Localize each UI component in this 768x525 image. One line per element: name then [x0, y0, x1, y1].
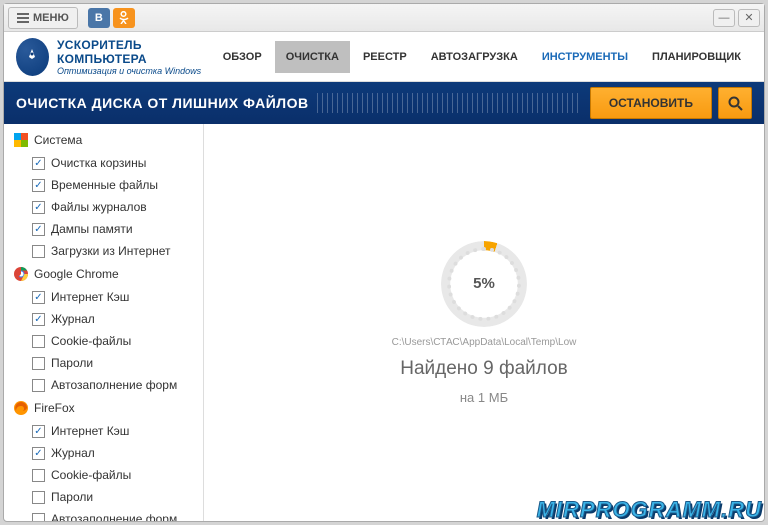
list-item[interactable]: Автозаполнение форм — [4, 374, 203, 396]
checkbox[interactable] — [32, 291, 45, 304]
checkbox[interactable] — [32, 223, 45, 236]
sidebar[interactable]: Система Очистка корзины Временные файлы Фай… — [4, 124, 204, 521]
checkbox[interactable] — [32, 201, 45, 214]
search-icon — [728, 96, 743, 111]
group-google-chrome[interactable]: Google Chrome — [4, 262, 203, 286]
logo: УСКОРИТЕЛЬ КОМПЬЮТЕРА Оптимизация и очис… — [16, 38, 212, 76]
checkbox[interactable] — [32, 513, 45, 522]
app-window: МЕНЮ B — ✕ УСКОРИТЕЛЬ КОМПЬЮТЕРА Оптимиз… — [3, 3, 765, 522]
checkbox[interactable] — [32, 157, 45, 170]
ok-icon — [118, 11, 129, 24]
social-buttons: B — [88, 8, 135, 28]
found-size: на 1 МБ — [460, 390, 508, 405]
menu-label: МЕНЮ — [33, 12, 69, 24]
progress-spinner: 5% — [441, 241, 527, 327]
checkbox[interactable] — [32, 469, 45, 482]
logo-subtitle: Оптимизация и очистка Windows — [57, 66, 212, 76]
tab-очистка[interactable]: ОЧИСТКА — [275, 41, 350, 73]
checkbox[interactable] — [32, 313, 45, 326]
search-button[interactable] — [718, 87, 752, 119]
item-label: Журнал — [51, 312, 95, 326]
windows-icon — [14, 133, 28, 147]
list-item[interactable]: Интернет Кэш — [4, 420, 203, 442]
item-label: Автозаполнение форм — [51, 378, 177, 392]
group-label: Google Chrome — [34, 267, 119, 281]
tab-инструменты[interactable]: ИНСТРУМЕНТЫ — [531, 41, 639, 73]
list-item[interactable]: Загрузки из Интернет — [4, 240, 203, 262]
group-firefox[interactable]: FireFox — [4, 396, 203, 420]
checkbox[interactable] — [32, 245, 45, 258]
item-label: Загрузки из Интернет — [51, 244, 171, 258]
current-path: C:\Users\СТАС\AppData\Local\Temp\Low — [392, 337, 577, 348]
hamburger-icon — [17, 11, 29, 25]
checkbox[interactable] — [32, 379, 45, 392]
item-label: Журнал — [51, 446, 95, 460]
item-label: Файлы журналов — [51, 200, 147, 214]
list-item[interactable]: Временные файлы — [4, 174, 203, 196]
list-item[interactable]: Пароли — [4, 352, 203, 374]
ok-button[interactable] — [113, 8, 135, 28]
firefox-icon — [14, 401, 28, 415]
checkbox[interactable] — [32, 447, 45, 460]
item-label: Интернет Кэш — [51, 424, 129, 438]
list-item[interactable]: Файлы журналов — [4, 196, 203, 218]
item-label: Очистка корзины — [51, 156, 146, 170]
action-banner: ОЧИСТКА ДИСКА ОТ ЛИШНИХ ФАЙЛОВ ОСТАНОВИТ… — [4, 82, 764, 124]
list-item[interactable]: Автозаполнение форм — [4, 508, 203, 521]
checkbox[interactable] — [32, 179, 45, 192]
list-item[interactable]: Cookie-файлы — [4, 464, 203, 486]
main-panel: 5% C:\Users\СТАС\AppData\Local\Temp\Low … — [204, 124, 764, 521]
tab-автозагрузка[interactable]: АВТОЗАГРУЗКА — [420, 41, 529, 73]
logo-icon — [16, 38, 49, 76]
item-label: Автозаполнение форм — [51, 512, 177, 521]
chrome-icon — [14, 267, 28, 281]
item-label: Дампы памяти — [51, 222, 133, 236]
menu-button[interactable]: МЕНЮ — [8, 7, 78, 29]
stop-button[interactable]: ОСТАНОВИТЬ — [590, 87, 712, 119]
header: УСКОРИТЕЛЬ КОМПЬЮТЕРА Оптимизация и очис… — [4, 32, 764, 82]
minimize-button[interactable]: — — [713, 9, 735, 27]
list-item[interactable]: Интернет Кэш — [4, 286, 203, 308]
tab-обзор[interactable]: ОБЗОР — [212, 41, 273, 73]
list-item[interactable]: Cookie-файлы — [4, 330, 203, 352]
item-label: Пароли — [51, 490, 93, 504]
list-item[interactable]: Очистка корзины — [4, 152, 203, 174]
item-label: Временные файлы — [51, 178, 158, 192]
group-система[interactable]: Система — [4, 128, 203, 152]
checkbox[interactable] — [32, 491, 45, 504]
list-item[interactable]: Дампы памяти — [4, 218, 203, 240]
checkbox[interactable] — [32, 357, 45, 370]
close-button[interactable]: ✕ — [738, 9, 760, 27]
progress-percent: 5% — [473, 275, 495, 292]
item-label: Интернет Кэш — [51, 290, 129, 304]
found-count: Найдено 9 файлов — [400, 358, 568, 380]
progress-ticks — [317, 93, 582, 113]
logo-title: УСКОРИТЕЛЬ КОМПЬЮТЕРА — [57, 38, 212, 66]
list-item[interactable]: Журнал — [4, 442, 203, 464]
item-label: Пароли — [51, 356, 93, 370]
content: Система Очистка корзины Временные файлы Фай… — [4, 124, 764, 521]
list-item[interactable]: Журнал — [4, 308, 203, 330]
item-label: Cookie-файлы — [51, 468, 131, 482]
tab-планировщик[interactable]: ПЛАНИРОВЩИК — [641, 41, 752, 73]
checkbox[interactable] — [32, 425, 45, 438]
tab-реестр[interactable]: РЕЕСТР — [352, 41, 418, 73]
watermark: MIRPROGRAMM.RU — [537, 497, 762, 523]
titlebar: МЕНЮ B — ✕ — [4, 4, 764, 32]
nav-tabs: ОБЗОРОЧИСТКАРЕЕСТРАВТОЗАГРУЗКАИНСТРУМЕНТ… — [212, 41, 752, 73]
vk-button[interactable]: B — [88, 8, 110, 28]
item-label: Cookie-файлы — [51, 334, 131, 348]
list-item[interactable]: Пароли — [4, 486, 203, 508]
group-label: FireFox — [34, 401, 75, 415]
checkbox[interactable] — [32, 335, 45, 348]
window-controls: — ✕ — [713, 9, 760, 27]
banner-title: ОЧИСТКА ДИСКА ОТ ЛИШНИХ ФАЙЛОВ — [16, 95, 309, 111]
group-label: Система — [34, 133, 82, 147]
